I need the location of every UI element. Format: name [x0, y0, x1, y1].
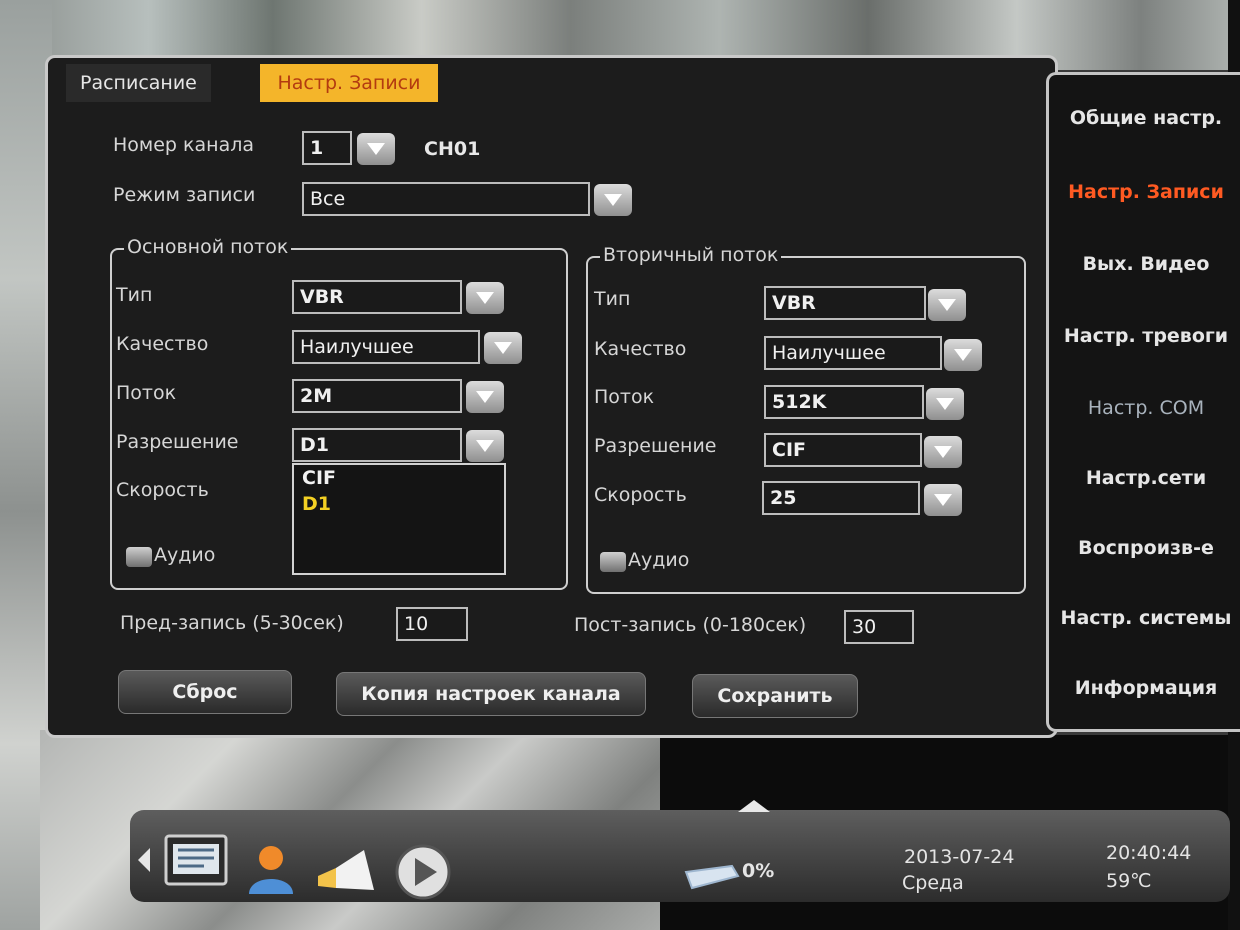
- record-mode-dropdown-button[interactable]: [594, 184, 632, 216]
- pre-record-label: Пред-запись (5-30сек): [120, 612, 344, 634]
- post-record-input[interactable]: 30: [844, 610, 914, 644]
- resolution-option-cif[interactable]: CIF: [294, 465, 504, 491]
- main-bitrate-label: Поток: [116, 382, 177, 404]
- main-type-select[interactable]: VBR: [292, 280, 462, 314]
- menu-item-network[interactable]: Настр.сети: [1049, 467, 1240, 489]
- date-display: 2013-07-24: [904, 846, 1015, 868]
- sub-bitrate-select[interactable]: 512K: [764, 385, 924, 419]
- sub-quality-select[interactable]: Наилучшее: [764, 336, 942, 370]
- hdd-usage: 0%: [742, 860, 775, 882]
- alarm-speaker-icon[interactable]: [314, 846, 378, 894]
- main-resolution-label: Разрешение: [116, 431, 239, 453]
- sub-speed-dropdown-button[interactable]: [924, 484, 962, 516]
- main-type-label: Тип: [116, 284, 153, 306]
- main-audio-label: Аудио: [154, 544, 216, 566]
- resolution-dropdown-list: CIF D1: [292, 463, 506, 575]
- menu-item-info[interactable]: Информация: [1049, 677, 1240, 699]
- sub-resolution-label: Разрешение: [594, 435, 717, 457]
- chevron-left-icon[interactable]: [136, 848, 152, 872]
- channel-dropdown-button[interactable]: [357, 133, 395, 165]
- channel-select[interactable]: 1: [302, 131, 352, 165]
- chevron-down-icon: [476, 292, 494, 304]
- channel-name: CH01: [424, 138, 481, 160]
- sub-quality-label: Качество: [594, 338, 687, 360]
- play-icon[interactable]: [392, 844, 454, 900]
- sub-speed-select[interactable]: 25: [762, 481, 920, 515]
- tab-schedule[interactable]: Расписание: [66, 64, 211, 102]
- menu-item-com[interactable]: Настр. COM: [1049, 397, 1240, 419]
- channel-label: Номер канала: [113, 134, 255, 156]
- main-quality-label: Качество: [116, 333, 209, 355]
- pre-record-input[interactable]: 10: [396, 607, 468, 641]
- main-audio-checkbox[interactable]: [126, 547, 152, 567]
- main-resolution-dropdown-button[interactable]: [466, 430, 504, 462]
- resolution-option-d1[interactable]: D1: [294, 491, 504, 517]
- sub-stream-title: Вторичный поток: [600, 244, 782, 266]
- menu-item-system[interactable]: Настр. системы: [1049, 607, 1240, 629]
- sub-quality-dropdown-button[interactable]: [944, 339, 982, 371]
- menu-icon[interactable]: [164, 834, 228, 886]
- sub-resolution-select[interactable]: CIF: [764, 433, 922, 467]
- main-type-dropdown-button[interactable]: [466, 282, 504, 314]
- record-mode-label: Режим записи: [113, 184, 256, 206]
- taskbar-expand-icon[interactable]: [738, 800, 770, 812]
- hdd-icon: [684, 864, 740, 890]
- sub-bitrate-label: Поток: [594, 386, 655, 408]
- chevron-down-icon: [954, 349, 972, 361]
- taskbar: 0% 2013-07-24 Среда 20:40:44 59℃: [130, 800, 1230, 902]
- sub-audio-checkbox[interactable]: [600, 552, 626, 572]
- sub-type-select[interactable]: VBR: [764, 286, 926, 320]
- main-speed-label: Скорость: [116, 479, 209, 501]
- sub-audio-label: Аудио: [628, 549, 690, 571]
- chevron-down-icon: [367, 143, 385, 155]
- chevron-down-icon: [494, 342, 512, 354]
- menu-item-playback[interactable]: Воспроизв-е: [1049, 537, 1240, 559]
- menu-item-record[interactable]: Настр. Записи: [1049, 181, 1240, 203]
- reset-button[interactable]: Сброс: [118, 670, 292, 714]
- chevron-down-icon: [934, 446, 952, 458]
- save-button[interactable]: Сохранить: [692, 674, 858, 718]
- chevron-down-icon: [604, 194, 622, 206]
- sub-speed-label: Скорость: [594, 484, 687, 506]
- user-icon[interactable]: [246, 844, 296, 896]
- main-bitrate-dropdown-button[interactable]: [466, 381, 504, 413]
- weekday-display: Среда: [902, 872, 964, 894]
- settings-side-menu: Общие настр. Настр. Записи Вых. Видео На…: [1046, 72, 1240, 732]
- sub-type-dropdown-button[interactable]: [928, 289, 966, 321]
- menu-item-alarm[interactable]: Настр. тревоги: [1049, 325, 1240, 347]
- copy-channel-settings-button[interactable]: Копия настроек канала: [336, 672, 646, 716]
- chevron-down-icon: [938, 299, 956, 311]
- sub-resolution-dropdown-button[interactable]: [924, 436, 962, 468]
- main-stream-title: Основной поток: [124, 236, 292, 258]
- chevron-down-icon: [476, 391, 494, 403]
- time-display: 20:40:44: [1106, 842, 1192, 864]
- main-quality-select[interactable]: Наилучшее: [292, 330, 480, 364]
- tab-record-settings[interactable]: Настр. Записи: [260, 64, 438, 102]
- sub-type-label: Тип: [594, 288, 631, 310]
- chevron-down-icon: [476, 440, 494, 452]
- record-mode-select[interactable]: Все: [302, 182, 590, 216]
- main-bitrate-select[interactable]: 2M: [292, 379, 462, 413]
- temperature-display: 59℃: [1106, 870, 1152, 892]
- record-settings-dialog: Расписание Настр. Записи Номер канала 1 …: [45, 55, 1058, 738]
- chevron-down-icon: [934, 494, 952, 506]
- chevron-down-icon: [936, 398, 954, 410]
- menu-item-general[interactable]: Общие настр.: [1049, 107, 1240, 129]
- main-quality-dropdown-button[interactable]: [484, 332, 522, 364]
- menu-item-video-out[interactable]: Вых. Видео: [1049, 253, 1240, 275]
- sub-bitrate-dropdown-button[interactable]: [926, 388, 964, 420]
- main-resolution-select[interactable]: D1: [292, 428, 462, 462]
- post-record-label: Пост-запись (0-180сек): [574, 614, 807, 636]
